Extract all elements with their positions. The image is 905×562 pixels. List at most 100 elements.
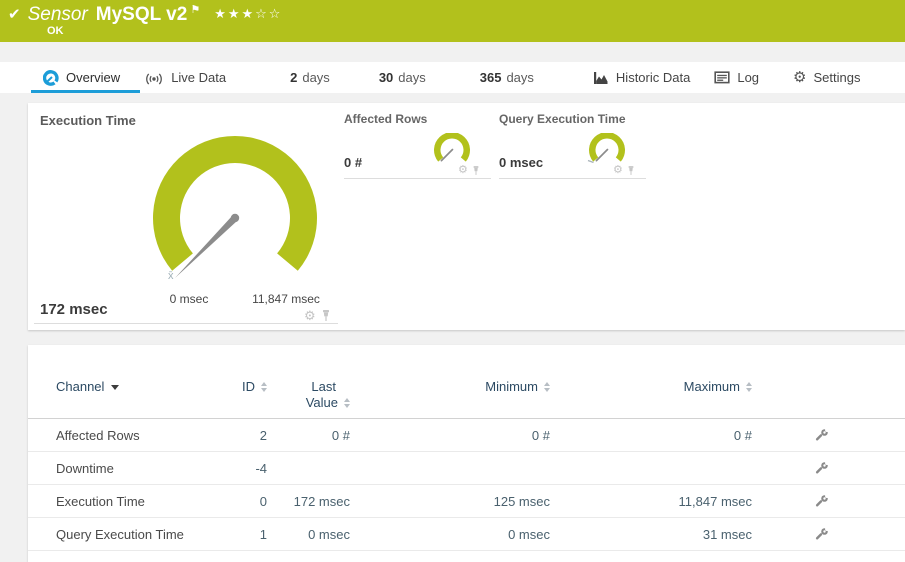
- sort-icon: [344, 398, 350, 408]
- gauge-scale-max: 11,847 msec: [252, 292, 320, 306]
- channel-settings-wrench-icon[interactable]: [814, 526, 829, 542]
- channel-maximum: 31 msec: [702, 526, 752, 542]
- tab-settings[interactable]: ⚙ Settings: [781, 62, 872, 93]
- mini-gauge-title: Query Execution Time: [499, 112, 626, 126]
- primary-channel-value: 172 msec: [40, 301, 108, 318]
- gauge-icon: [43, 69, 59, 86]
- priority-stars[interactable]: ★★★☆☆: [214, 6, 282, 22]
- tab-days-number: 30: [378, 70, 394, 85]
- tab-label: Live Data: [171, 70, 227, 85]
- mini-gauge-affected-rows: Affected Rows 0 # ⚙: [344, 109, 491, 185]
- sort-icon: [746, 382, 752, 392]
- tab-label: Settings: [813, 70, 861, 85]
- tab-label: Log: [737, 70, 760, 85]
- stars-filled[interactable]: ★★★: [214, 6, 255, 21]
- mini-gauge-value: 0 #: [344, 155, 363, 170]
- status-check-icon: ✔: [8, 6, 21, 23]
- gauge-scale-min: 0 msec: [169, 292, 209, 306]
- table-header-row: Channel ID Last Value Minimum Maximum: [28, 379, 905, 411]
- gauge-needle: [440, 148, 454, 162]
- table-row: Downtime -4: [28, 452, 905, 485]
- channel-id: 2: [259, 427, 267, 443]
- tab-overview[interactable]: Overview: [31, 62, 141, 93]
- divider: [34, 323, 338, 324]
- column-header-minimum[interactable]: Minimum: [350, 379, 550, 395]
- channel-settings-wrench-icon[interactable]: [814, 493, 829, 509]
- column-header-maximum[interactable]: Maximum: [550, 379, 752, 395]
- area-chart-icon: [593, 71, 608, 84]
- channel-minimum: 0 msec: [508, 526, 550, 542]
- channel-name[interactable]: Affected Rows: [56, 428, 228, 443]
- divider: [344, 178, 491, 179]
- primary-channel-title: Execution Time: [40, 113, 136, 128]
- table-row: Execution Time 0 172 msec 125 msec 11,84…: [28, 485, 905, 518]
- column-header-id[interactable]: ID: [228, 379, 267, 395]
- status-badge: OK: [47, 25, 64, 37]
- channel-name[interactable]: Query Execution Time: [56, 527, 228, 542]
- gauge-needle: [595, 148, 609, 162]
- stars-empty[interactable]: ☆☆: [255, 6, 282, 21]
- average-marker: x̄: [168, 270, 174, 282]
- sort-caret-icon: [111, 384, 120, 390]
- column-header-label: ID: [242, 379, 255, 394]
- column-header-label: Channel: [56, 379, 105, 394]
- column-header-label: Last: [311, 379, 336, 394]
- channel-last-value: 172 msec: [293, 493, 350, 509]
- tab-bar: Overview Live Data 2 days 30 days 365 days …: [0, 62, 905, 93]
- sensor-name: MySQL v2: [95, 4, 188, 25]
- channel-settings-wrench-icon[interactable]: [814, 427, 829, 443]
- tab-label: days: [506, 70, 534, 85]
- tab-365-days[interactable]: 365 days: [468, 62, 546, 93]
- mini-gauge-value: 0 msec: [499, 155, 544, 170]
- channel-name[interactable]: Execution Time: [56, 494, 228, 509]
- channel-minimum: 0 #: [531, 427, 550, 443]
- table-row: Affected Rows 2 0 # 0 # 0 #: [28, 419, 905, 452]
- tab-label: Overview: [66, 70, 121, 85]
- channel-actions: ⚙: [304, 309, 331, 322]
- tab-label: Historic Data: [615, 70, 691, 85]
- live-data-icon: [146, 72, 163, 85]
- channel-last-value: 0 #: [331, 427, 350, 443]
- tab-live-data[interactable]: Live Data: [132, 62, 238, 93]
- channel-maximum: 0 #: [733, 427, 752, 443]
- channel-settings-wrench-icon[interactable]: [814, 460, 829, 476]
- pin-icon[interactable]: [472, 165, 480, 176]
- pin-icon[interactable]: [627, 165, 635, 176]
- flag-icon[interactable]: ⚑: [190, 3, 200, 16]
- tab-days-number: 365: [479, 70, 502, 85]
- channel-minimum: 125 msec: [493, 493, 550, 509]
- column-header-label: Value: [305, 395, 338, 410]
- pin-icon[interactable]: [321, 309, 331, 322]
- mini-gauge-title: Affected Rows: [344, 112, 428, 126]
- channel-last-value: 0 msec: [308, 526, 350, 542]
- channel-id: 1: [259, 526, 267, 542]
- gear-icon[interactable]: ⚙: [458, 165, 468, 176]
- channel-id: 0: [259, 493, 267, 509]
- channel-name[interactable]: Downtime: [56, 461, 228, 476]
- column-header-label: Minimum: [485, 379, 538, 394]
- sensor-header: ✔ Sensor MySQL v2 ⚑ ★★★☆☆ OK: [0, 0, 905, 42]
- column-header-channel[interactable]: Channel: [56, 379, 228, 395]
- gauges-panel: Execution Time x̄ 0 msec 11,847 msec 172…: [28, 103, 905, 330]
- channel-id: -4: [255, 460, 267, 476]
- tab-2-days[interactable]: 2 days: [278, 62, 342, 93]
- tab-30-days[interactable]: 30 days: [367, 62, 438, 93]
- column-header-last-value[interactable]: Last Value: [267, 379, 350, 411]
- channel-maximum: 11,847 msec: [678, 493, 752, 509]
- table-row: Query Execution Time 1 0 msec 0 msec 31 …: [28, 518, 905, 551]
- mini-gauge-query-execution-time: Query Execution Time 0 msec ⚙: [499, 109, 646, 185]
- gear-icon[interactable]: ⚙: [613, 165, 623, 176]
- log-list-icon: [714, 71, 730, 84]
- tab-days-number: 2: [290, 70, 298, 85]
- gear-icon[interactable]: ⚙: [304, 309, 316, 322]
- sensor-title-row: ✔ Sensor MySQL v2 ⚑ ★★★☆☆: [0, 0, 905, 26]
- tab-historic-data[interactable]: Historic Data: [581, 62, 702, 93]
- tab-log[interactable]: Log: [702, 62, 771, 93]
- column-header-label: Maximum: [683, 379, 740, 394]
- channel-actions: ⚙: [458, 165, 480, 176]
- gear-icon: ⚙: [793, 69, 807, 86]
- channel-actions: ⚙: [613, 165, 635, 176]
- channel-table-panel: Channel ID Last Value Minimum Maximum Af…: [28, 345, 905, 562]
- divider: [499, 178, 646, 179]
- tab-label: days: [302, 70, 330, 85]
